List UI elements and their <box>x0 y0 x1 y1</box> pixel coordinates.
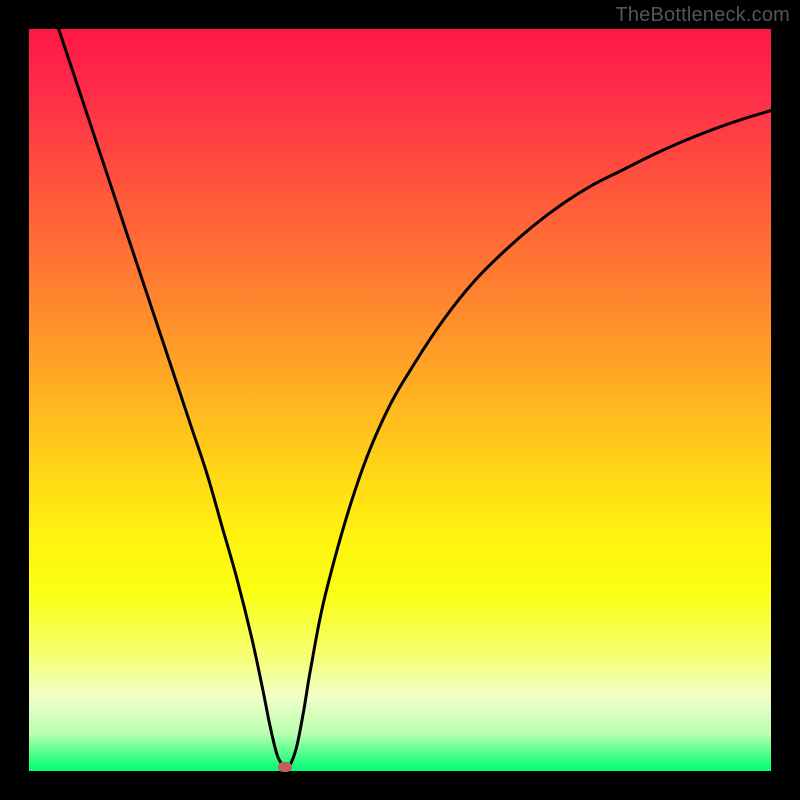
attribution-text: TheBottleneck.com <box>615 4 790 27</box>
curve-svg <box>29 29 771 771</box>
bottleneck-curve <box>59 29 771 769</box>
plot-area <box>29 29 771 771</box>
chart-frame: TheBottleneck.com <box>0 0 800 800</box>
optimum-marker <box>278 762 292 772</box>
